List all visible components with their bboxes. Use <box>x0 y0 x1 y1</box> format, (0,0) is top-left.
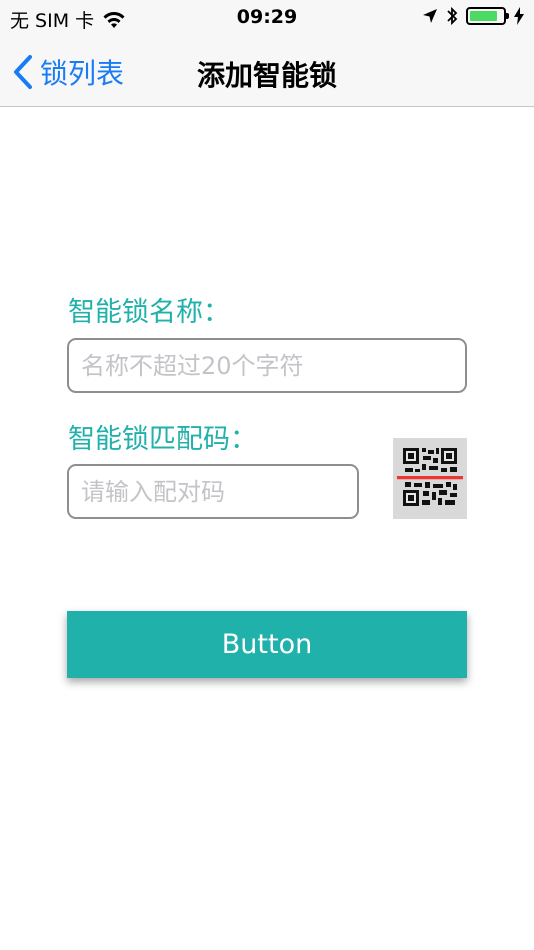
pairing-code-label: 智能锁匹配码： <box>68 424 257 455</box>
bluetooth-icon <box>447 6 458 26</box>
page-title: 添加智能锁 <box>196 59 337 92</box>
qr-code-scan-icon <box>397 444 463 512</box>
navigation-bar: 锁列表 添加智能锁 <box>0 38 534 107</box>
submit-button[interactable]: Button <box>67 611 467 678</box>
charging-bolt-icon <box>514 7 524 25</box>
status-right <box>422 6 524 26</box>
location-arrow-icon <box>423 9 437 23</box>
lock-name-input[interactable] <box>67 338 467 393</box>
lock-name-label: 智能锁名称： <box>68 297 230 328</box>
qr-scan-button[interactable] <box>393 438 467 519</box>
battery-icon <box>466 7 509 25</box>
pairing-code-input[interactable] <box>67 464 359 519</box>
status-bar: 无 SIM 卡 09:29 <box>0 0 534 38</box>
battery-fill <box>470 11 497 21</box>
add-smart-lock-screen: 无 SIM 卡 09:29 锁列表 添加智能锁 智能锁名称： 名称不超过20个字… <box>0 0 534 950</box>
